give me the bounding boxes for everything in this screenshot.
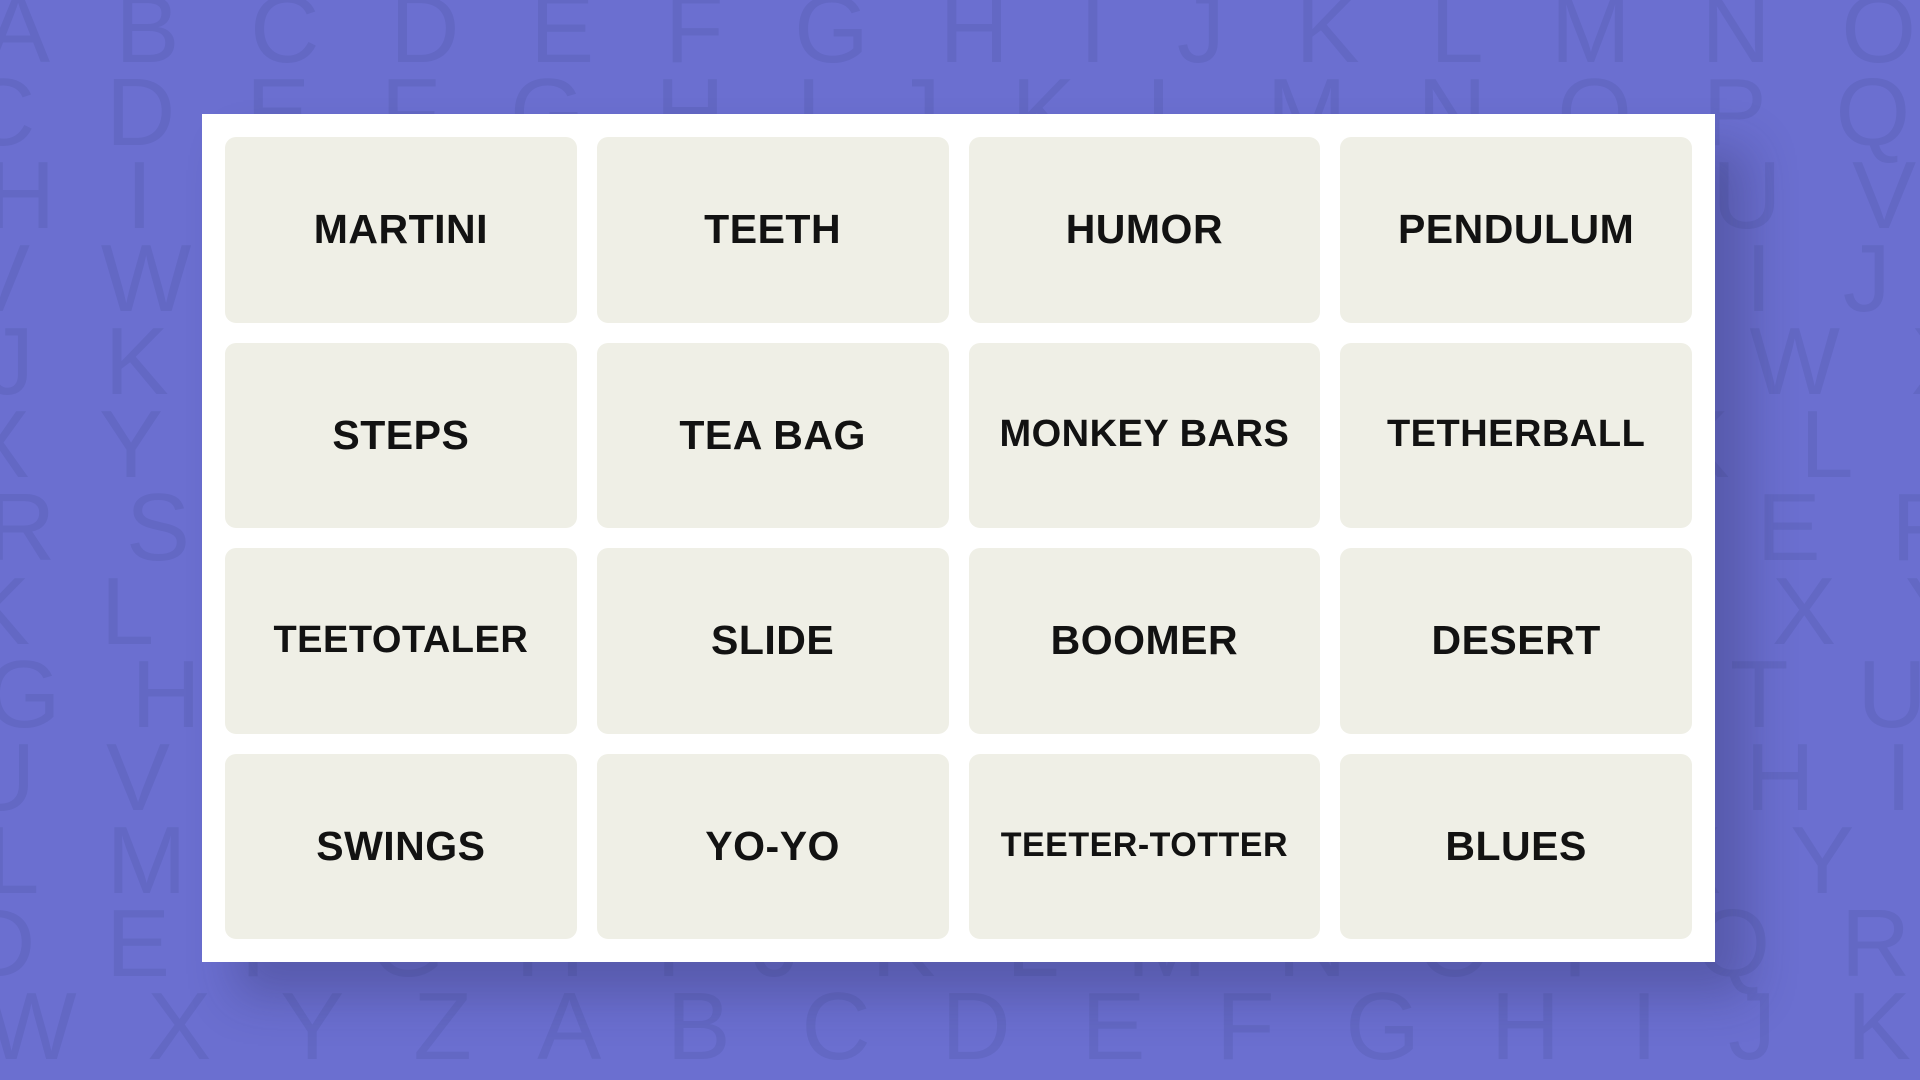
word-tile[interactable]: HUMOR <box>968 137 1321 323</box>
word-tile[interactable]: TETHERBALL <box>1340 342 1692 528</box>
word-tile-label: TEETOTALER <box>273 618 529 661</box>
background-pattern-row: W X Y Z A B C D E F G H I J K L M N O P … <box>0 972 1920 1080</box>
word-tile-label: DESERT <box>1431 617 1601 664</box>
word-tile-label: BLUES <box>1445 822 1587 869</box>
word-tile[interactable]: BOOMER <box>968 548 1321 734</box>
word-tile[interactable]: TEA BAG <box>596 342 949 528</box>
word-tile[interactable]: TEETER-TOTTER <box>968 753 1321 939</box>
word-tile-label: MONKEY BARS <box>999 413 1290 456</box>
word-tile-label: TETHERBALL <box>1386 413 1646 456</box>
word-tile-label: SLIDE <box>711 617 835 664</box>
word-tile[interactable]: SWINGS <box>225 753 577 939</box>
background-pattern-row: A B C D E F G H I J K L M N O P Q R S T … <box>0 0 1920 83</box>
word-tile[interactable]: SLIDE <box>596 548 949 734</box>
word-tile[interactable]: TEETOTALER <box>225 548 577 734</box>
word-tile-label: TEETH <box>704 206 842 253</box>
word-tile-label: YO-YO <box>705 822 840 869</box>
word-tile-grid: MARTINI TEETH HUMOR PENDULUM STEPS TEA BAG MON… <box>225 137 1692 939</box>
word-tile-label: PENDULUM <box>1397 206 1635 253</box>
word-tile[interactable]: DESERT <box>1340 548 1692 734</box>
word-tile-label: STEPS <box>332 411 470 458</box>
word-tile-label: TEETER-TOTTER <box>1000 826 1289 865</box>
word-tile-label: SWINGS <box>316 822 486 869</box>
word-tile[interactable]: TEETH <box>596 137 949 323</box>
word-tile-label: MARTINI <box>313 206 489 253</box>
word-tile[interactable]: YO-YO <box>596 753 949 939</box>
game-board-card: MARTINI TEETH HUMOR PENDULUM STEPS TEA BAG MON… <box>202 114 1715 962</box>
word-tile[interactable]: PENDULUM <box>1340 137 1692 323</box>
word-tile[interactable]: MARTINI <box>225 137 577 323</box>
word-tile[interactable]: STEPS <box>225 342 577 528</box>
word-tile-label: TEA BAG <box>679 411 866 458</box>
word-tile[interactable]: BLUES <box>1340 753 1692 939</box>
word-tile[interactable]: MONKEY BARS <box>968 342 1321 528</box>
word-tile-label: HUMOR <box>1065 206 1224 253</box>
word-tile-label: BOOMER <box>1050 617 1239 664</box>
